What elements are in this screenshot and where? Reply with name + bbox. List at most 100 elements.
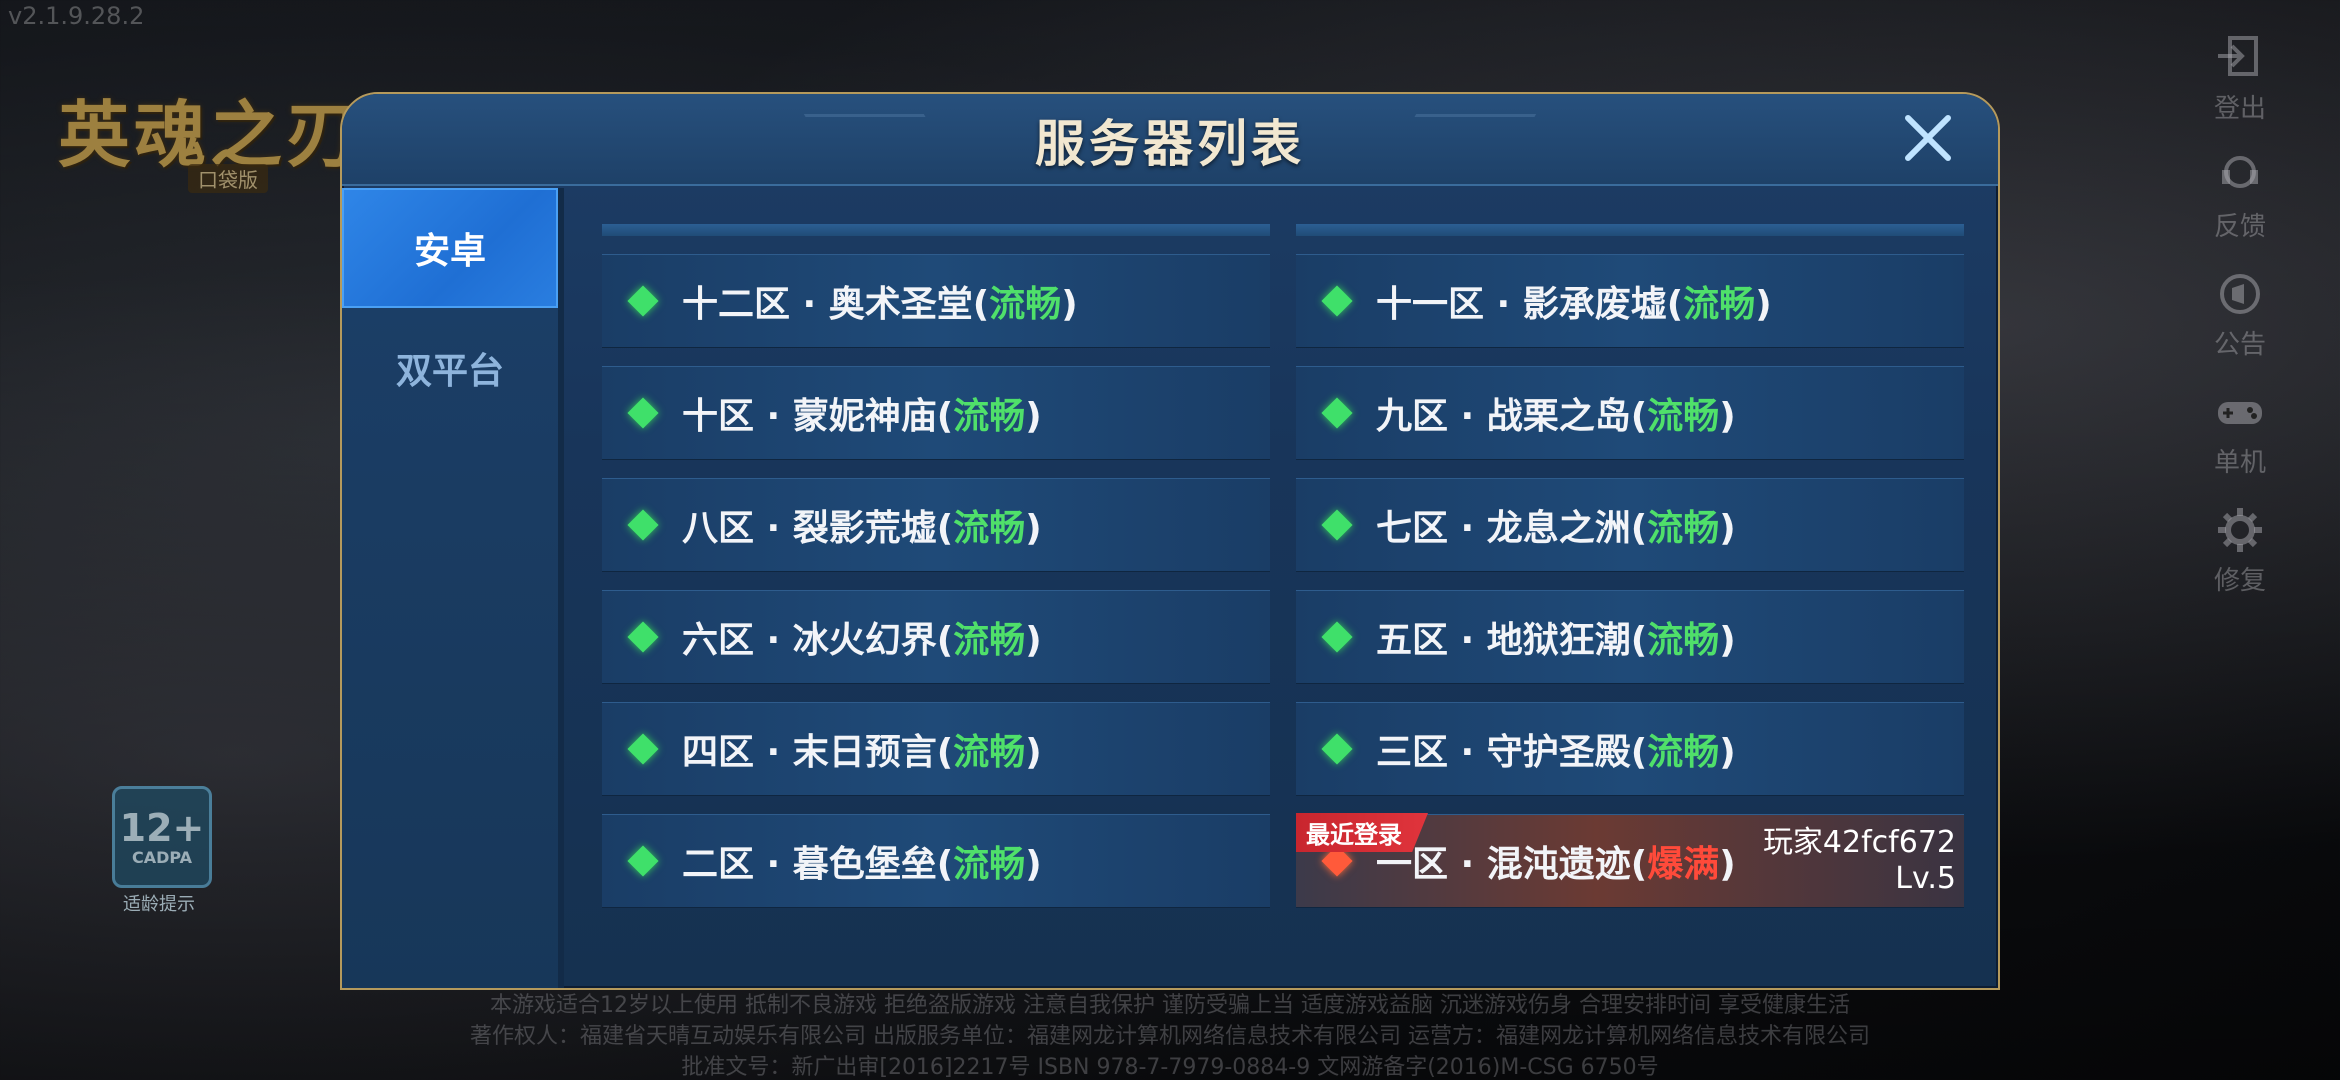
server-status-diamond-icon — [627, 397, 659, 429]
server-name-text: 五区 · 地狱狂潮 — [1376, 620, 1631, 661]
server-status: 流畅 — [953, 620, 1026, 661]
paren-close: ) — [1719, 844, 1736, 885]
server-name-text: 十一区 · 影承废墟 — [1376, 284, 1667, 325]
paren-open: ( — [1666, 284, 1684, 325]
age-rating-org: CADPA — [131, 847, 193, 867]
server-name-text: 九区 · 战栗之岛 — [1376, 396, 1631, 437]
server-list[interactable]: 十二区 · 奥术圣堂(流畅) 十一区 · 影承废墟(流畅) 十区 · 蒙妮神庙(流畅… — [602, 224, 1964, 984]
paren-close: ) — [1719, 508, 1736, 549]
server-name: 十二区 · 奥术圣堂(流畅) — [682, 275, 1078, 327]
server-status-diamond-icon — [1321, 509, 1353, 541]
dialog-header: 服务器列表 — [342, 94, 1998, 186]
server-status-diamond-icon — [627, 621, 659, 653]
feedback-icon — [2222, 156, 2258, 188]
dialog-title: 服务器列表 — [1035, 115, 1305, 173]
side-item-label: 单机 — [2213, 448, 2266, 478]
logout-icon — [2218, 36, 2258, 76]
paren-close: ) — [1025, 732, 1042, 773]
paren-open: ( — [936, 396, 954, 437]
player-level: Lv.5 — [1895, 861, 1956, 896]
server-status: 流畅 — [953, 396, 1026, 437]
server-name-text: 四区 · 末日预言 — [682, 732, 937, 773]
platform-tabs: 安卓 双平台 — [342, 188, 564, 988]
server-item[interactable]: 十一区 · 影承废墟(流畅) — [1296, 254, 1964, 348]
server-status-diamond-icon — [627, 845, 659, 877]
server-name: 五区 · 地狱狂潮(流畅) — [1376, 611, 1736, 663]
paren-close: ) — [1719, 396, 1736, 437]
server-item[interactable]: 四区 · 末日预言(流畅) — [602, 702, 1270, 796]
server-status-diamond-icon — [1321, 285, 1353, 317]
age-rating-tip: 适龄提示 — [123, 894, 195, 915]
side-item-feedback[interactable]: 反馈 — [2180, 148, 2300, 266]
version-label: v2.1.9.28.2 — [8, 2, 145, 30]
server-name: 十一区 · 影承废墟(流畅) — [1376, 275, 1772, 327]
server-name-text: 八区 · 裂影荒墟 — [682, 508, 937, 549]
side-item-offline[interactable]: 单机 — [2180, 384, 2300, 502]
paren-open: ( — [972, 284, 990, 325]
server-item[interactable]: 五区 · 地狱狂潮(流畅) — [1296, 590, 1964, 684]
side-item-announcement[interactable]: 公告 — [2180, 266, 2300, 384]
age-rating-box: 12+ CADPA — [112, 786, 212, 888]
list-top-strip — [602, 224, 1270, 236]
paren-close: ) — [1025, 396, 1042, 437]
paren-close: ) — [1025, 508, 1042, 549]
server-name: 七区 · 龙息之洲(流畅) — [1376, 499, 1736, 551]
list-top-strip — [1296, 224, 1964, 236]
server-name-text: 六区 · 冰火幻界 — [682, 620, 937, 661]
paren-open: ( — [1630, 396, 1648, 437]
server-item[interactable]: 八区 · 裂影荒墟(流畅) — [602, 478, 1270, 572]
paren-close: ) — [1719, 620, 1736, 661]
server-item[interactable]: 十区 · 蒙妮神庙(流畅) — [602, 366, 1270, 460]
server-status-diamond-icon — [627, 733, 659, 765]
paren-close: ) — [1061, 284, 1078, 325]
server-item[interactable]: 六区 · 冰火幻界(流畅) — [602, 590, 1270, 684]
server-status: 流畅 — [1647, 620, 1720, 661]
server-grid: 十二区 · 奥术圣堂(流畅) 十一区 · 影承废墟(流畅) 十区 · 蒙妮神庙(流畅… — [602, 254, 1964, 908]
server-name: 四区 · 末日预言(流畅) — [682, 723, 1042, 775]
paren-open: ( — [1630, 508, 1648, 549]
side-item-label: 公告 — [2213, 330, 2266, 360]
player-info: 玩家42fcf672 Lv.5 — [1763, 825, 1956, 897]
side-menu: 登出 反馈 公告 单机 修复 — [2180, 30, 2300, 620]
gear-icon — [2218, 508, 2262, 552]
server-status: 爆满 — [1647, 844, 1720, 885]
player-name: 玩家42fcf672 — [1762, 825, 1956, 860]
side-item-label: 登出 — [2213, 94, 2266, 124]
server-item[interactable]: 九区 · 战栗之岛(流畅) — [1296, 366, 1964, 460]
server-name-text: 一区 · 混沌遗迹 — [1376, 844, 1631, 885]
server-item[interactable]: 三区 · 守护圣殿(流畅) — [1296, 702, 1964, 796]
tab-dual-platform[interactable]: 双平台 — [342, 308, 558, 428]
age-rating-number: 12+ — [119, 805, 205, 850]
server-name: 二区 · 暮色堡垒(流畅) — [682, 835, 1042, 887]
paren-close: ) — [1025, 620, 1042, 661]
paren-open: ( — [1630, 732, 1648, 773]
server-name: 九区 · 战栗之岛(流畅) — [1376, 387, 1736, 439]
side-item-repair[interactable]: 修复 — [2180, 502, 2300, 620]
announcement-icon — [2220, 274, 2260, 314]
server-status-diamond-icon — [627, 285, 659, 317]
side-item-logout[interactable]: 登出 — [2180, 30, 2300, 148]
server-name-text: 十二区 · 奥术圣堂 — [682, 284, 973, 325]
tab-android[interactable]: 安卓 — [342, 188, 558, 308]
server-list-dialog: 服务器列表 安卓 双平台 十二区 · 奥术圣堂(流畅) 十一区 · 影承废墟(流畅… — [340, 92, 2000, 990]
server-item[interactable]: 二区 · 暮色堡垒(流畅) — [602, 814, 1270, 908]
paren-open: ( — [936, 732, 954, 773]
gamepad-icon — [2218, 402, 2262, 424]
server-status-diamond-icon — [1321, 621, 1353, 653]
server-name: 六区 · 冰火幻界(流畅) — [682, 611, 1042, 663]
server-item[interactable]: 七区 · 龙息之洲(流畅) — [1296, 478, 1964, 572]
server-status: 流畅 — [1683, 284, 1756, 325]
footer-line: 批准文号：新广出审[2016]2217号 ISBN 978-7-7979-088… — [681, 1055, 1659, 1080]
close-icon — [1905, 115, 1951, 161]
recent-login-badge: 最近登录 — [1296, 813, 1428, 852]
server-item[interactable]: 一区 · 混沌遗迹(爆满) 最近登录 玩家42fcf672 Lv.5 — [1296, 813, 1964, 908]
server-item[interactable]: 十二区 · 奥术圣堂(流畅) — [602, 254, 1270, 348]
server-name-text: 二区 · 暮色堡垒 — [682, 844, 937, 885]
footer-notice: 本游戏适合12岁以上使用 抵制不良游戏 拒绝盗版游戏 注意自我保护 谨防受骗上当… — [0, 990, 2340, 1080]
close-button[interactable] — [1898, 108, 1958, 168]
side-item-label: 反馈 — [2213, 212, 2266, 242]
server-status-diamond-icon — [627, 509, 659, 541]
paren-open: ( — [936, 508, 954, 549]
paren-open: ( — [1630, 844, 1648, 885]
server-status: 流畅 — [953, 732, 1026, 773]
